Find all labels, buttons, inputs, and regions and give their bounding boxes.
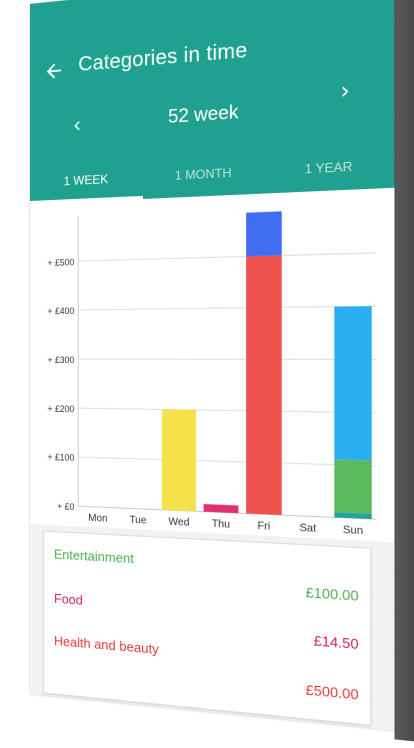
y-tick-label: + £400 — [47, 306, 74, 317]
x-tick-label: Sat — [300, 522, 317, 535]
legend-name: Entertainment — [54, 546, 134, 566]
bar-segment-fri[interactable] — [246, 255, 282, 515]
grid-line — [78, 306, 376, 310]
arrow-back-icon[interactable] — [43, 59, 64, 83]
phone-device: Categories in time 52 week 1 WEEK 1 MONT… — [30, 0, 414, 748]
chevron-right-icon[interactable] — [335, 80, 355, 103]
x-tick-label: Mon — [88, 512, 107, 524]
tab-1-month[interactable]: 1 MONTH — [143, 151, 264, 199]
legend-name: Food — [54, 591, 83, 608]
x-tick-label: Tue — [129, 514, 146, 526]
y-tick-label: + £100 — [47, 452, 74, 463]
app-bar: Categories in time 52 week 1 WEEK 1 MONT… — [30, 0, 394, 204]
bar-chart: + £0 + £100 + £200 + £300 + £400 + £500 Mon Tue… — [30, 188, 394, 542]
chart-card: + £0 + £100 + £200 + £300 + £400 + £500 Mon Tue… — [30, 188, 394, 542]
y-tick-label: + £500 — [47, 257, 74, 268]
x-tick-label: Wed — [168, 516, 189, 529]
y-tick-label: + £300 — [47, 355, 74, 365]
page-title: Categories in time — [78, 39, 247, 77]
x-tick-label: Thu — [212, 518, 230, 531]
bar-segment-wed[interactable] — [162, 409, 196, 511]
bar-segment-sun[interactable] — [334, 459, 371, 513]
x-tick-label: Sun — [343, 524, 363, 537]
legend-amount: £100.00 — [306, 584, 359, 604]
y-tick-label: + £200 — [47, 403, 74, 414]
tab-1-week[interactable]: 1 WEEK — [30, 158, 143, 204]
grid-line — [78, 457, 376, 466]
legend-amount: £500.00 — [306, 682, 359, 703]
bar-segment-fri[interactable] — [246, 211, 282, 256]
bar-segment-sun[interactable] — [334, 306, 371, 460]
app-screen: Categories in time 52 week 1 WEEK 1 MONT… — [30, 0, 394, 730]
y-tick-label: + £0 — [57, 501, 74, 512]
device-side-edge — [394, 0, 414, 744]
grid-line — [78, 408, 376, 413]
category-legend: Entertainment £100.00 Food £14.50 Health… — [43, 531, 371, 726]
grid-line — [78, 253, 376, 261]
x-tick-label: Fri — [258, 520, 271, 533]
bar-segment-thu[interactable] — [204, 504, 239, 513]
legend-amount: £14.50 — [314, 632, 359, 652]
tab-1-year[interactable]: 1 YEAR — [265, 143, 395, 193]
